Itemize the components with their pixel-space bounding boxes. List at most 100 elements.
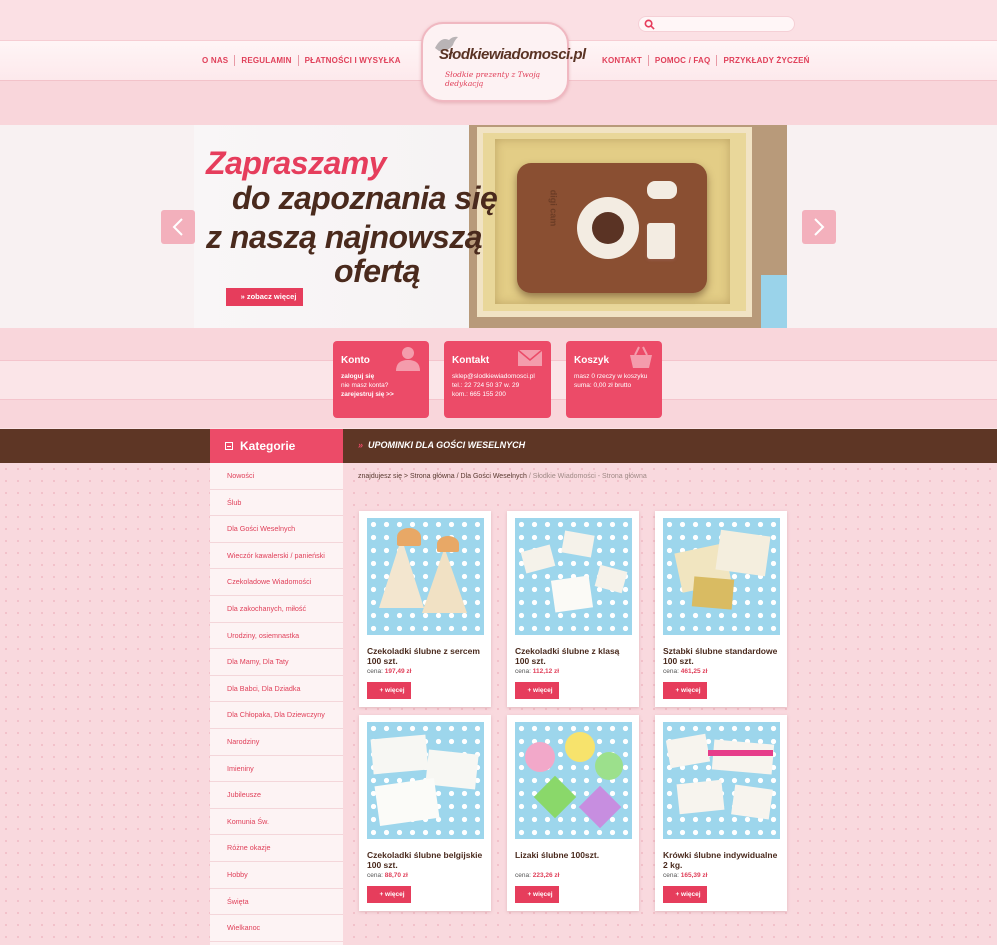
category-item-chlopaka[interactable]: Dla Chłopaka, Dla Dziewczyny: [210, 702, 343, 729]
collapse-icon: [225, 442, 233, 450]
more-button[interactable]: + więcej: [367, 682, 411, 699]
product-name[interactable]: Czekoladki ślubne belgijskie 100 szt.: [367, 850, 485, 870]
category-item-babci-dziadka[interactable]: Dla Babci, Dla Dziadka: [210, 676, 343, 703]
camera-lens-inner: [592, 212, 624, 244]
hero-image: digi cam: [469, 125, 787, 328]
product-name[interactable]: Czekoladki ślubne z klasą 100 szt.: [515, 646, 633, 666]
product-price: cena: 223,26 zł: [515, 872, 560, 879]
product-price: cena: 88,70 zł: [367, 872, 408, 879]
camera-card: [647, 223, 675, 259]
product-price: cena: 461,25 zł: [663, 668, 708, 675]
product-image[interactable]: [367, 518, 484, 635]
product-card[interactable]: Sztabki ślubne standardowe 100 szt. cena…: [655, 511, 787, 707]
product-image[interactable]: [367, 722, 484, 839]
hero-line-4: ofertą: [334, 253, 420, 289]
product-image[interactable]: [515, 722, 632, 839]
no-account-text: nie masz konta?: [341, 382, 389, 389]
nav-regulamin[interactable]: REGULAMIN: [235, 55, 299, 66]
more-button[interactable]: + więcej: [367, 886, 411, 903]
category-item-hobby[interactable]: Hobby: [210, 862, 343, 889]
logo-tagline: Słodkie prezenty z Twoją dedykacją: [445, 70, 541, 88]
chevron-left-icon: [172, 218, 183, 236]
category-item-zakochanych[interactable]: Dla zakochanych, miłość: [210, 596, 343, 623]
hero-banner: digi cam Zapraszamy do zapoznania się z …: [194, 125, 787, 328]
hero-line-2: do zapoznania się: [232, 180, 498, 216]
product-card[interactable]: Czekoladki ślubne z klasą 100 szt. cena:…: [507, 511, 639, 707]
section-title-text: UPOMINKI DLA GOŚCI WESELNYCH: [368, 440, 526, 450]
hero-line-3: z naszą najnowszą: [206, 219, 483, 255]
nav-kontakt[interactable]: KONTAKT: [596, 55, 649, 66]
product-name[interactable]: Sztabki ślubne standardowe 100 szt.: [663, 646, 781, 666]
nav-pomoc[interactable]: POMOC / FAQ: [649, 55, 718, 66]
categories-header[interactable]: Kategorie: [210, 429, 343, 463]
nav-przyklady[interactable]: PRZYKŁADY ŻYCZEŃ: [717, 55, 815, 66]
cart-sum: suma: 0,00 zł brutto: [574, 382, 632, 389]
cart-items: masz 0 rzeczy w koszyku: [574, 373, 648, 380]
konto-box: Konto zaloguj się nie masz konta? zareje…: [333, 341, 429, 418]
camera-label: digi cam: [548, 189, 559, 227]
kontakt-box: Kontakt sklep@slodkiewiadomosci.pl tel.:…: [444, 341, 551, 418]
breadcrumb-prefix: znajdujesz się >: [358, 473, 410, 480]
more-button[interactable]: + więcej: [663, 682, 707, 699]
product-price: cena: 165,39 zł: [663, 872, 708, 879]
logo[interactable]: Słodkiewiadomosci.pl Słodkie prezenty z …: [421, 22, 586, 102]
breadcrumb: znajdujesz się > Strona główna / Dla Goś…: [358, 473, 647, 480]
search-icon[interactable]: [644, 19, 655, 30]
category-item-rozne[interactable]: Różne okazje: [210, 835, 343, 862]
search-input[interactable]: [659, 18, 789, 30]
koszyk-box[interactable]: Koszyk masz 0 rzeczy w koszyku suma: 0,0…: [566, 341, 662, 418]
category-item-slub[interactable]: Ślub: [210, 490, 343, 517]
hero-line-1: Zapraszamy: [206, 145, 386, 181]
more-button[interactable]: + więcej: [515, 886, 559, 903]
envelope-icon: [517, 349, 543, 366]
more-button[interactable]: + więcej: [515, 682, 559, 699]
product-card[interactable]: Czekoladki ślubne z sercem 100 szt. cena…: [359, 511, 491, 707]
category-item-urodziny[interactable]: Urodziny, osiemnastka: [210, 623, 343, 650]
search-box[interactable]: [638, 16, 795, 32]
category-item-imieniny[interactable]: Imieniny: [210, 756, 343, 783]
user-icon: [396, 347, 420, 371]
nav-o-nas[interactable]: O NAS: [196, 55, 236, 66]
hero-more-button[interactable]: » zobacz więcej: [226, 288, 303, 306]
camera-flash: [647, 181, 677, 199]
nav-left: O NAS REGULAMIN PŁATNOŚCI I WYSYŁKA: [196, 55, 407, 66]
nav-right: KONTAKT POMOC / FAQ PRZYKŁADY ŻYCZEŃ: [596, 55, 816, 66]
nav-platnosci[interactable]: PŁATNOŚCI I WYSYŁKA: [299, 55, 407, 66]
slider-prev-button[interactable]: [161, 210, 195, 244]
more-button[interactable]: + więcej: [663, 886, 707, 903]
product-price: cena: 197,49 zł: [367, 668, 412, 675]
category-item-mamy-taty[interactable]: Dla Mamy, Dla Taty: [210, 649, 343, 676]
category-item-narodziny[interactable]: Narodziny: [210, 729, 343, 756]
contact-tel: tel.: 22 724 50 37 w. 29: [452, 382, 520, 389]
basket-icon: [630, 346, 652, 368]
chocolate-camera: digi cam: [517, 163, 707, 293]
product-card[interactable]: Lizaki ślubne 100szt. cena: 223,26 zł + …: [507, 715, 639, 911]
category-item-goscie[interactable]: Dla Gości Weselnych: [210, 516, 343, 543]
contact-mobile: kom.: 665 155 200: [452, 391, 506, 398]
category-item-nowosci[interactable]: Nowości: [210, 463, 343, 490]
category-item-komunia[interactable]: Komunia Św.: [210, 809, 343, 836]
register-link[interactable]: zarejestruj się >>: [341, 390, 421, 399]
category-item-jubileusze[interactable]: Jubileusze: [210, 782, 343, 809]
product-price: cena: 112,12 zł: [515, 668, 560, 675]
category-item-swieta[interactable]: Święta: [210, 889, 343, 916]
category-item-czekoladowe[interactable]: Czekoladowe Wiadomości: [210, 569, 343, 596]
contact-email[interactable]: sklep@slodkiewiadomosci.pl: [452, 372, 543, 381]
breadcrumb-current: Słodkie Wiadomości - Strona główna: [532, 473, 647, 480]
bullet-icon: »: [358, 440, 364, 450]
product-name[interactable]: Czekoladki ślubne z sercem 100 szt.: [367, 646, 485, 666]
product-card[interactable]: Czekoladki ślubne belgijskie 100 szt. ce…: [359, 715, 491, 911]
product-image[interactable]: [663, 518, 780, 635]
product-image[interactable]: [663, 722, 780, 839]
product-name[interactable]: Lizaki ślubne 100szt.: [515, 850, 633, 860]
login-link[interactable]: zaloguj się: [341, 372, 421, 381]
product-name[interactable]: Krówki ślubne indywidualne 2 kg.: [663, 850, 781, 870]
chevron-right-icon: [814, 218, 825, 236]
product-card[interactable]: Krówki ślubne indywidualne 2 kg. cena: 1…: [655, 715, 787, 911]
category-item-wielkanoc[interactable]: Wielkanoc: [210, 915, 343, 942]
categories-title: Kategorie: [240, 439, 296, 453]
slider-next-button[interactable]: [802, 210, 836, 244]
category-item-wieczor[interactable]: Wieczór kawalerski / panieński: [210, 543, 343, 570]
product-image[interactable]: [515, 518, 632, 635]
breadcrumb-path[interactable]: Strona główna / Dla Gości Weselnych: [410, 473, 527, 480]
